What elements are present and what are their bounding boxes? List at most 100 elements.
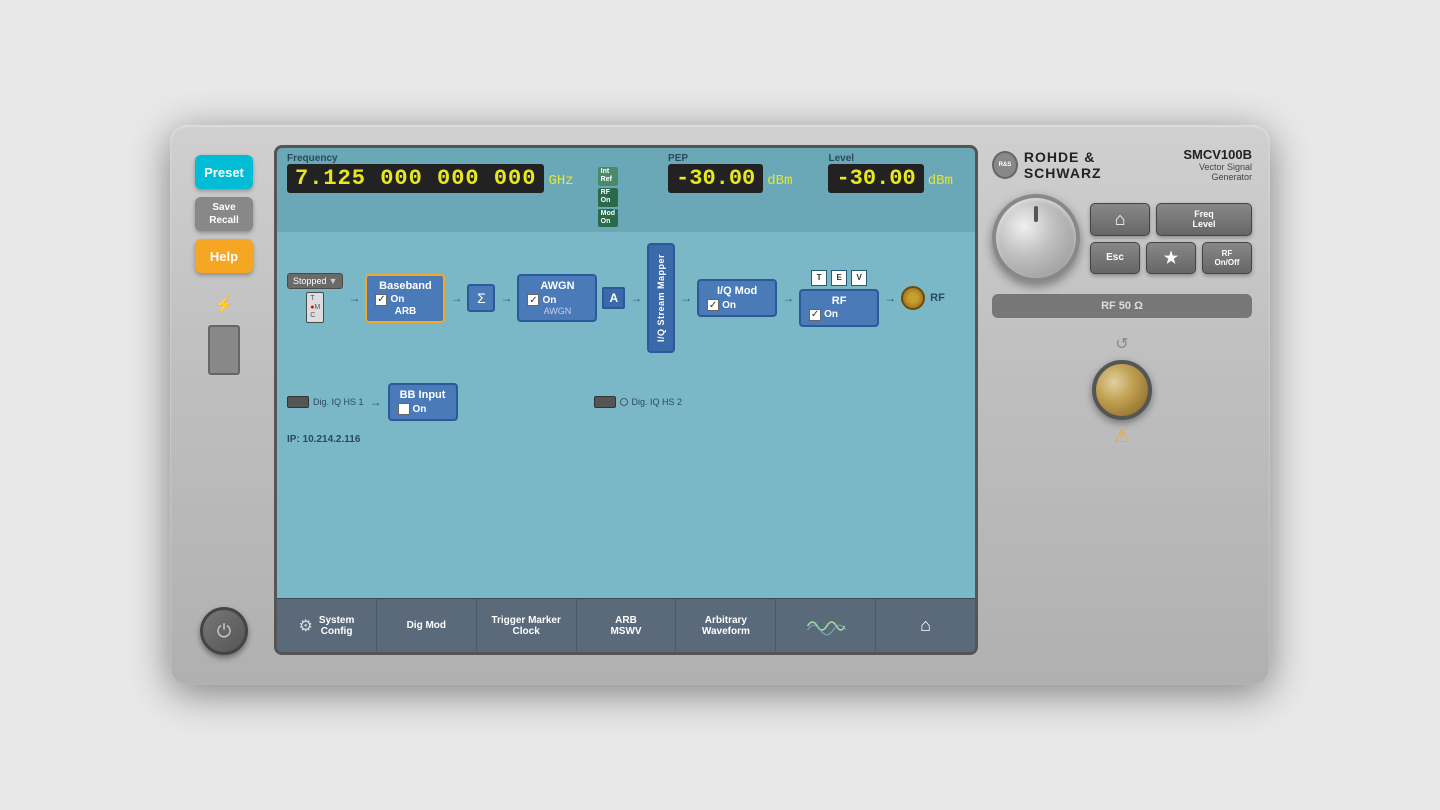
baseband-checkbox[interactable] bbox=[375, 294, 387, 306]
top-btn-row: ⌂ Freq Level bbox=[1090, 203, 1252, 236]
model-subtitle: Vector Signal Generator bbox=[1164, 162, 1252, 182]
save-recall-button[interactable]: SaveRecall bbox=[195, 197, 253, 231]
dig-iq-hs2-label: Dig. IQ HS 2 bbox=[632, 397, 683, 407]
screen-header: Frequency 7.125 000 000 000 GHz Int Ref … bbox=[277, 148, 975, 232]
rf-block[interactable]: RF On bbox=[799, 289, 879, 327]
nav-home[interactable]: ⌂ bbox=[876, 599, 975, 652]
screen-container: Frequency 7.125 000 000 000 GHz Int Ref … bbox=[274, 145, 978, 655]
right-panel: R&S ROHDE & SCHWARZ SMCV100B Vector Sign… bbox=[992, 145, 1252, 655]
rf-on-off-button[interactable]: RF On/Off bbox=[1202, 242, 1252, 274]
tev-v: V bbox=[851, 270, 867, 286]
freq-unit: GHz bbox=[548, 173, 573, 189]
nav-arb-mswv[interactable]: ARB MSWV bbox=[577, 599, 677, 652]
bb-input-checkbox[interactable] bbox=[398, 403, 410, 415]
rf-50-label: RF 50 Ω bbox=[1002, 300, 1242, 312]
bnc-connector[interactable] bbox=[1092, 360, 1152, 420]
iq-mod-checkbox[interactable] bbox=[707, 299, 719, 311]
dig-hs2-icon bbox=[594, 396, 616, 408]
stopped-block: Stopped ▼ bbox=[287, 273, 343, 289]
arrow7: → bbox=[884, 291, 896, 305]
rf-output-label: RF bbox=[930, 292, 945, 304]
warning-icon: ⚠ bbox=[1114, 426, 1130, 447]
rf-connector bbox=[901, 286, 925, 310]
mid-btn-row: Esc ★ RF On/Off bbox=[1090, 242, 1252, 274]
preset-button[interactable]: Preset bbox=[195, 155, 253, 189]
arrow8: → bbox=[370, 395, 382, 409]
arrow1: → bbox=[348, 291, 360, 305]
awgn-on-label: On bbox=[542, 295, 556, 306]
baseband-block[interactable]: Baseband On ARB bbox=[365, 274, 445, 323]
bb-input-title: BB Input bbox=[398, 389, 448, 401]
iq-mod-block[interactable]: I/Q Mod On bbox=[697, 279, 777, 317]
nav-arbitrary-waveform[interactable]: Arbitrary Waveform bbox=[676, 599, 776, 652]
help-button[interactable]: Help bbox=[195, 239, 253, 273]
lower-flow-row: Dig. IQ HS 1 → BB Input On bbox=[287, 383, 965, 421]
awgn-title: AWGN bbox=[527, 280, 587, 292]
right-buttons-col: ⌂ Freq Level Esc ★ RF On/Off bbox=[1090, 203, 1252, 274]
pep-section: PEP -30.00 dBm bbox=[668, 153, 792, 193]
awgn-checkbox[interactable] bbox=[527, 294, 539, 306]
rf-title: RF bbox=[809, 295, 869, 307]
stream-a-label: A bbox=[602, 287, 625, 309]
ip-address: IP: 10.214.2.116 bbox=[287, 434, 360, 445]
home-icon: ⌂ bbox=[920, 615, 931, 636]
nav-arb-mswv-label: ARB MSWV bbox=[610, 615, 641, 637]
home-button[interactable]: ⌂ bbox=[1090, 203, 1150, 236]
arrow2: → bbox=[450, 291, 462, 305]
screen: Frequency 7.125 000 000 000 GHz Int Ref … bbox=[277, 148, 975, 652]
awgn-label: AWGN bbox=[527, 306, 587, 316]
status-indicators: Int Ref RF On Mod On bbox=[598, 167, 618, 227]
nav-trigger-marker-label: Trigger Marker Clock bbox=[491, 615, 560, 637]
arrow4: → bbox=[630, 291, 642, 305]
baseband-on-label: On bbox=[390, 294, 404, 305]
int-ref-indicator: Int Ref bbox=[598, 167, 618, 186]
ip-address-row: IP: 10.214.2.116 bbox=[287, 429, 965, 447]
stream-mapper-block[interactable]: I/Q Stream Mapper bbox=[647, 243, 675, 353]
pep-value: -30.00 bbox=[668, 164, 763, 193]
esc-button[interactable]: Esc bbox=[1090, 242, 1140, 274]
mod-on-indicator: Mod On bbox=[598, 209, 618, 228]
usb-icon: ⚡ bbox=[214, 295, 234, 315]
nav-system-config-label: System Config bbox=[319, 615, 355, 637]
brand-name: ROHDE & SCHWARZ bbox=[1024, 149, 1164, 181]
dig-icon bbox=[287, 396, 309, 408]
nav-system-config[interactable]: ⚙ System Config bbox=[277, 599, 377, 652]
usb-port[interactable] bbox=[208, 325, 240, 375]
baseband-title: Baseband bbox=[375, 280, 435, 292]
dig-hs2-dot bbox=[620, 398, 628, 406]
arrow6: → bbox=[782, 291, 794, 305]
main-knob[interactable] bbox=[992, 194, 1080, 282]
baseband-arb: ARB bbox=[375, 306, 435, 317]
level-section: Level -30.00 dBm bbox=[828, 153, 952, 193]
bb-input-block[interactable]: BB Input On bbox=[388, 383, 458, 421]
nav-dig-mod[interactable]: Dig Mod bbox=[377, 599, 477, 652]
nav-trigger-marker[interactable]: Trigger Marker Clock bbox=[477, 599, 577, 652]
tev-t: T bbox=[811, 270, 827, 286]
rf-checkbox[interactable] bbox=[809, 309, 821, 321]
level-unit: dBm bbox=[928, 173, 953, 189]
nav-bar: ⚙ System Config Dig Mod Trigger Marker C… bbox=[277, 598, 975, 652]
arrow3: → bbox=[500, 291, 512, 305]
pep-label: PEP bbox=[668, 153, 792, 164]
model-section: SMCV100B Vector Signal Generator bbox=[1164, 147, 1252, 182]
model-name: SMCV100B bbox=[1164, 147, 1252, 162]
rf-section-block: T E V RF On bbox=[799, 270, 879, 327]
rf-50-section: RF 50 Ω bbox=[992, 294, 1252, 318]
rf-on-label: On bbox=[824, 309, 838, 320]
left-panel: Preset SaveRecall Help ⚡ ⏻ bbox=[188, 145, 260, 655]
level-label: Level bbox=[828, 153, 952, 164]
nav-wave-display[interactable] bbox=[776, 599, 876, 652]
instrument-body: Preset SaveRecall Help ⚡ ⏻ Frequency 7.1… bbox=[170, 125, 1270, 685]
star-button[interactable]: ★ bbox=[1146, 242, 1196, 274]
freq-value: 7.125 000 000 000 bbox=[287, 164, 544, 193]
iq-mod-on-label: On bbox=[722, 300, 736, 311]
knob-row: ⌂ Freq Level Esc ★ RF On/Off bbox=[992, 194, 1252, 282]
power-button[interactable]: ⏻ bbox=[200, 607, 248, 655]
awgn-block[interactable]: AWGN On AWGN bbox=[517, 274, 597, 322]
tev-row: T E V bbox=[811, 270, 867, 286]
arrow5: → bbox=[680, 291, 692, 305]
tev-e: E bbox=[831, 270, 847, 286]
stopped-label: Stopped bbox=[293, 276, 327, 286]
freq-level-button[interactable]: Freq Level bbox=[1156, 203, 1252, 236]
waveform-icon bbox=[806, 614, 846, 638]
